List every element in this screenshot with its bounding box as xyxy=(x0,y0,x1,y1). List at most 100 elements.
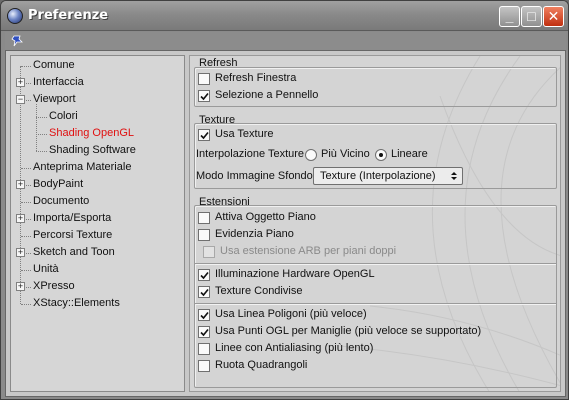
window-title: Preferenze xyxy=(28,8,109,23)
toolbar xyxy=(5,32,566,50)
sidebar-item-interfaccia[interactable]: Interfaccia xyxy=(33,75,84,90)
minimize-button[interactable]: _ xyxy=(499,6,520,27)
checkbox-box[interactable] xyxy=(198,309,210,321)
sidebar-item-label: XPresso xyxy=(33,280,75,292)
tree-branch-line xyxy=(21,66,31,67)
check-icon xyxy=(200,328,209,337)
checkbox-box[interactable] xyxy=(198,269,210,281)
sidebar-item-label: Shading OpenGL xyxy=(49,127,135,139)
tree-branch-line xyxy=(21,168,31,169)
sidebar-item-label: Sketch and Toon xyxy=(33,246,115,258)
sidebar-item-xpresso[interactable]: XPresso xyxy=(33,279,75,294)
background-mode-select[interactable]: Texture (Interpolazione) xyxy=(313,167,463,185)
sidebar-item-label: Importa/Esporta xyxy=(33,212,112,224)
sidebar-item-xstacy-elements[interactable]: XStacy::Elements xyxy=(33,296,120,311)
sidebar-item-label: BodyPaint xyxy=(33,178,84,190)
checkbox-label: Selezione a Pennello xyxy=(215,89,319,101)
sidebar-item-colori[interactable]: Colori xyxy=(49,109,78,124)
sidebar-item-percorsi-texture[interactable]: Percorsi Texture xyxy=(33,228,112,243)
sidebar-item-documento[interactable]: Documento xyxy=(33,194,89,209)
checkbox-label: Illuminazione Hardware OpenGL xyxy=(215,268,375,280)
tree-branch-line xyxy=(36,134,47,135)
sidebar-item-label: Shading Software xyxy=(49,144,136,156)
background-mode-value: Texture (Interpolazione) xyxy=(320,170,436,182)
tree-branch-line xyxy=(21,270,31,271)
sidebar-item-label: XStacy::Elements xyxy=(33,297,120,309)
pin-icon[interactable] xyxy=(11,34,25,48)
checkbox-label: Usa Punti OGL per Maniglie (più veloce s… xyxy=(215,325,482,337)
minimize-icon: _ xyxy=(505,8,514,24)
close-button[interactable]: ✕ xyxy=(543,6,564,27)
checkbox-box[interactable] xyxy=(198,212,210,224)
tree-branch-line xyxy=(21,202,31,203)
expand-icon[interactable]: + xyxy=(16,282,25,291)
sidebar-item-label: Percorsi Texture xyxy=(33,229,113,241)
background-mode-label: Modo Immagine Sfondo xyxy=(196,170,313,182)
check-icon xyxy=(200,131,209,140)
check-icon xyxy=(200,92,209,101)
close-icon: ✕ xyxy=(547,8,560,24)
title-bar[interactable]: Preferenze _ □ ✕ xyxy=(1,1,568,31)
sidebar-item-shading-software[interactable]: Shading Software xyxy=(49,143,136,158)
group-separator xyxy=(195,303,556,305)
check-icon xyxy=(200,288,209,297)
checkbox-box[interactable] xyxy=(198,90,210,102)
sidebar-item-importa-esporta[interactable]: Importa/Esporta xyxy=(33,211,111,226)
checkbox-label: Evidenzia Piano xyxy=(215,228,294,240)
tree-branch-line xyxy=(36,151,47,152)
sidebar-item-label: Unità xyxy=(33,263,59,275)
maximize-icon: □ xyxy=(527,8,536,24)
radio-selected-dot xyxy=(379,153,383,157)
settings-panel: Refresh Texture Usa Texture Interpolazio… xyxy=(189,55,561,392)
sidebar-item-unita[interactable]: Unità xyxy=(33,262,59,277)
collapse-icon[interactable]: − xyxy=(16,95,25,104)
updown-arrows-icon xyxy=(451,172,457,180)
tree-branch-line xyxy=(21,236,31,237)
expand-icon[interactable]: + xyxy=(16,180,25,189)
checkbox-box xyxy=(203,246,215,258)
check-icon xyxy=(200,271,209,280)
check-icon xyxy=(200,311,209,320)
preferences-window: Preferenze _ □ ✕ Comune Interfaccia + Viewp… xyxy=(0,0,569,400)
sidebar-item-label: Colori xyxy=(49,110,78,122)
sidebar-item-label: Viewport xyxy=(33,93,76,105)
checkbox-label: Refresh Finestra xyxy=(215,72,297,84)
checkbox-box[interactable] xyxy=(198,360,210,372)
sidebar-item-label: Interfaccia xyxy=(33,76,84,88)
checkbox-label: Usa Texture xyxy=(215,128,274,140)
expand-icon[interactable]: + xyxy=(16,214,25,223)
sidebar-item-comune[interactable]: Comune xyxy=(33,58,75,73)
checkbox-box[interactable] xyxy=(198,73,210,85)
checkbox-box[interactable] xyxy=(198,343,210,355)
checkbox-box[interactable] xyxy=(198,286,210,298)
interpolation-label: Interpolazione Texture xyxy=(196,148,305,160)
sidebar-item-anteprima-materiale[interactable]: Anteprima Materiale xyxy=(33,160,131,175)
tree-branch-line xyxy=(21,304,31,305)
checkbox-label: Usa Linea Poligoni (più veloce) xyxy=(215,308,367,320)
checkbox-box[interactable] xyxy=(198,326,210,338)
checkbox-box[interactable] xyxy=(198,229,210,241)
radio-linear[interactable] xyxy=(375,149,387,161)
sidebar-item-viewport[interactable]: Viewport xyxy=(33,92,76,107)
sidebar-item-sketch-and-toon[interactable]: Sketch and Toon xyxy=(33,245,115,260)
sidebar-item-label: Anteprima Materiale xyxy=(33,161,132,173)
sidebar-item-bodypaint[interactable]: BodyPaint xyxy=(33,177,83,192)
sidebar-item-label: Comune xyxy=(33,59,75,71)
group-separator xyxy=(195,263,556,265)
tree-guide-line xyxy=(36,104,37,151)
radio-linear-label: Lineare xyxy=(391,148,428,160)
category-tree: Comune Interfaccia + Viewport − Colori Shading… xyxy=(10,55,185,392)
expand-icon[interactable]: + xyxy=(16,78,25,87)
sidebar-item-label: Documento xyxy=(33,195,90,207)
checkbox-box[interactable] xyxy=(198,129,210,141)
app-sphere-icon xyxy=(7,8,23,24)
checkbox-label: Ruota Quadrangoli xyxy=(215,359,308,371)
checkbox-label: Linee con Antialiasing (più lento) xyxy=(215,342,374,354)
checkbox-label: Usa estensione ARB per piani doppi xyxy=(220,245,397,257)
tree-branch-line xyxy=(36,117,47,118)
checkbox-label: Attiva Oggetto Piano xyxy=(215,211,316,223)
sidebar-item-shading-opengl[interactable]: Shading OpenGL xyxy=(49,126,134,141)
maximize-button[interactable]: □ xyxy=(521,6,542,27)
expand-icon[interactable]: + xyxy=(16,248,25,257)
radio-nearest[interactable] xyxy=(305,149,317,161)
